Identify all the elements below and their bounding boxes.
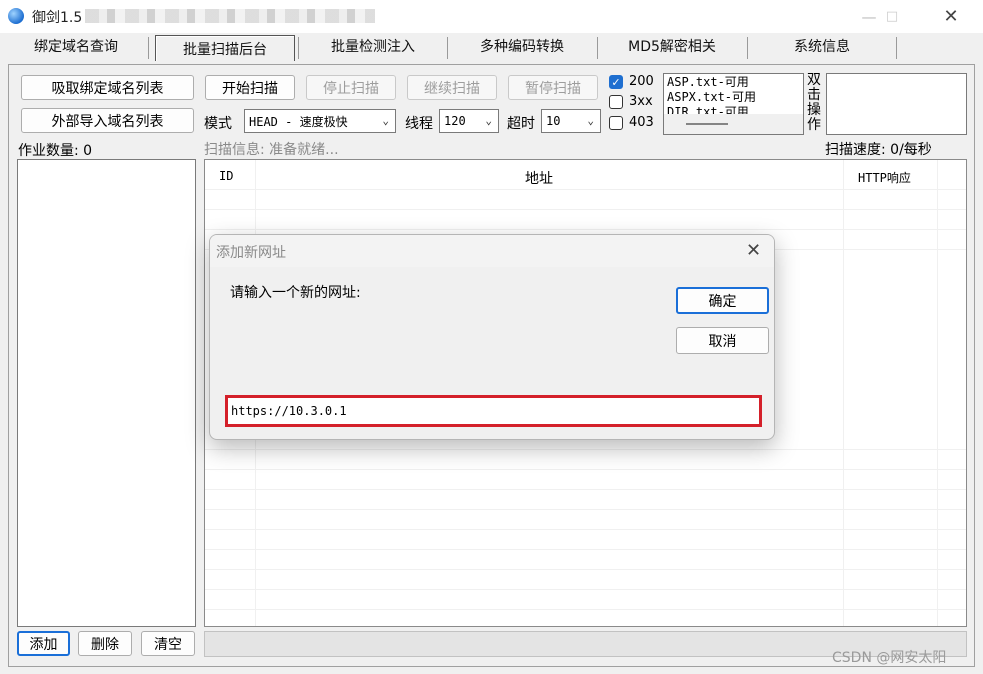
row-divider — [205, 209, 966, 210]
mode-select[interactable]: HEAD - 速度极快 ⌄ — [244, 109, 396, 133]
tab-domain-lookup[interactable]: 绑定域名查询 — [6, 33, 146, 59]
scan-speed-label: 扫描速度: 0/每秒 — [825, 142, 932, 158]
url-input-value: https://10.3.0.1 — [231, 404, 347, 418]
delete-button[interactable]: 删除 — [78, 631, 132, 656]
threads-label: 线程 — [405, 116, 433, 132]
checkbox-200-label: 200 — [629, 74, 654, 89]
cancel-button[interactable]: 取消 — [676, 327, 769, 354]
row-divider — [205, 489, 966, 490]
checkbox-3xx-label: 3xx — [629, 94, 653, 109]
row-divider — [205, 529, 966, 530]
operation-box[interactable] — [826, 73, 967, 135]
row-divider — [205, 589, 966, 590]
tab-md5[interactable]: MD5解密相关 — [602, 33, 742, 59]
stop-scan-button[interactable]: 停止扫描 — [306, 75, 396, 100]
import-domain-list-button[interactable]: 外部导入域名列表 — [21, 108, 194, 133]
tab-separator — [298, 37, 299, 59]
row-divider — [205, 189, 966, 190]
threads-select[interactable]: 120 ⌄ — [439, 109, 499, 133]
domain-list[interactable] — [17, 159, 196, 627]
maximize-icon: □ — [885, 9, 899, 24]
row-divider — [205, 549, 966, 550]
threads-select-value: 120 — [444, 114, 466, 128]
dialog-title-bar: 添加新网址 ✕ — [210, 235, 774, 267]
blurred-title-region — [85, 9, 375, 23]
title-bar: 御剑1.5 — □ ✕ — [0, 0, 983, 33]
dialog-close-button[interactable]: ✕ — [746, 240, 761, 261]
tab-separator — [447, 37, 448, 59]
chevron-down-icon: ⌄ — [587, 114, 594, 127]
timeout-select-value: 10 — [546, 114, 561, 128]
pause-scan-button[interactable]: 暂停扫描 — [508, 75, 598, 100]
tab-bar: 绑定域名查询 批量扫描后台 批量检测注入 多种编码转换 MD5解密相关 系统信息 — [0, 33, 983, 61]
row-divider — [205, 569, 966, 570]
tab-batch-injection[interactable]: 批量检测注入 — [303, 33, 443, 59]
tab-separator — [747, 37, 748, 59]
tab-separator — [148, 37, 149, 59]
close-icon: ✕ — [746, 240, 762, 261]
maximize-button[interactable]: □ — [869, 0, 915, 33]
timeout-label: 超时 — [507, 116, 535, 132]
mode-label: 模式 — [204, 116, 232, 132]
watermark: CSDN @网安太阳 — [832, 650, 947, 666]
dictionary-item[interactable]: ASPX.txt-可用 — [667, 90, 756, 105]
tab-separator — [896, 37, 897, 59]
checkmark-icon: ✓ — [611, 75, 621, 89]
dialog-title: 添加新网址 — [216, 245, 286, 261]
column-header-address[interactable]: 地址 — [525, 168, 553, 188]
start-scan-button[interactable]: 开始扫描 — [205, 75, 295, 100]
checkbox-403-label: 403 — [629, 115, 654, 130]
row-divider — [205, 469, 966, 470]
add-button[interactable]: 添加 — [17, 631, 70, 656]
continue-scan-button[interactable]: 继续扫描 — [407, 75, 497, 100]
fetch-domain-list-button[interactable]: 吸取绑定域名列表 — [21, 75, 194, 100]
mode-select-value: HEAD - 速度极快 — [249, 114, 348, 129]
app-logo-icon — [8, 8, 24, 24]
double-click-label: 双击操作 — [807, 72, 821, 133]
column-header-id[interactable]: ID — [219, 169, 233, 183]
row-divider — [205, 449, 966, 450]
close-icon: ✕ — [943, 6, 959, 27]
column-header-http[interactable]: HTTP响应 — [858, 169, 911, 186]
close-window-button[interactable]: ✕ — [928, 0, 974, 33]
job-count-label: 作业数量: 0 — [18, 143, 93, 159]
dictionary-scrollbar[interactable] — [664, 114, 803, 134]
row-divider — [205, 229, 966, 230]
checkbox-403[interactable] — [609, 116, 623, 130]
tab-system-info[interactable]: 系统信息 — [752, 33, 892, 59]
tab-encoding[interactable]: 多种编码转换 — [452, 33, 592, 59]
dictionary-item[interactable]: DIR.txt-可用 — [667, 105, 749, 114]
dictionary-item[interactable]: ASP.txt-可用 — [667, 75, 749, 90]
chevron-down-icon: ⌄ — [382, 114, 389, 127]
scan-info-label: 扫描信息: 准备就绪... — [204, 142, 339, 158]
tab-separator — [597, 37, 598, 59]
timeout-select[interactable]: 10 ⌄ — [541, 109, 601, 133]
window-title: 御剑1.5 — [32, 10, 83, 26]
dialog-prompt: 请输入一个新的网址: — [230, 285, 361, 301]
ok-button[interactable]: 确定 — [676, 287, 769, 314]
row-divider — [205, 509, 966, 510]
checkbox-200[interactable]: ✓ — [609, 75, 623, 89]
add-url-dialog: 添加新网址 ✕ 请输入一个新的网址: 确定 取消 https://10.3.0.… — [209, 234, 775, 440]
chevron-down-icon: ⌄ — [485, 114, 492, 127]
clear-button[interactable]: 清空 — [141, 631, 195, 656]
dictionary-list[interactable]: ASP.txt-可用 ASPX.txt-可用 DIR.txt-可用 — [663, 73, 804, 135]
tab-batch-scan[interactable]: 批量扫描后台 — [155, 35, 295, 61]
scrollbar-thumb[interactable] — [686, 123, 728, 125]
checkbox-3xx[interactable] — [609, 95, 623, 109]
row-divider — [205, 609, 966, 610]
url-input[interactable]: https://10.3.0.1 — [225, 395, 762, 427]
